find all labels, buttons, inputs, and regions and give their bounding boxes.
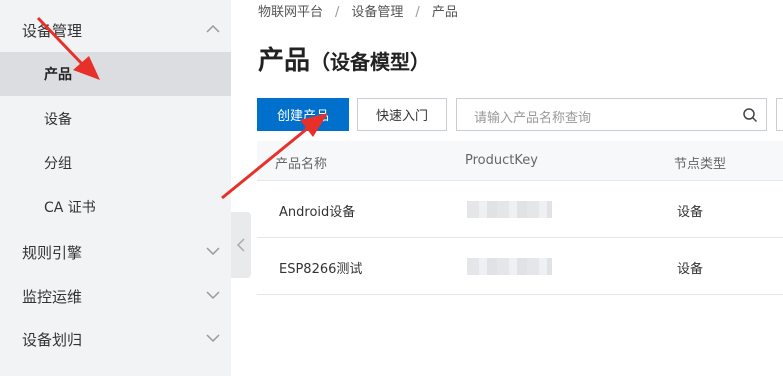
breadcrumb-separator: /	[415, 5, 420, 20]
breadcrumb-item-device-management[interactable]: 设备管理	[351, 1, 403, 20]
search-icon[interactable]	[742, 107, 758, 123]
sidebar-item-label: 设备	[44, 112, 72, 128]
table-header: 产品名称 ProductKey 节点类型	[257, 141, 783, 181]
column-header-productkey: ProductKey	[465, 153, 538, 168]
product-search-input[interactable]: 请输入产品名称查询	[456, 98, 767, 131]
table-row[interactable]: ESP8266测试 设备	[257, 238, 783, 295]
chevron-up-icon	[206, 24, 220, 33]
cell-node-type: 设备	[677, 205, 704, 220]
sidebar-item-label: CA 证书	[44, 200, 96, 216]
menu-group-monitoring[interactable]: 监控运维	[0, 275, 231, 317]
menu-group-device-assignment[interactable]: 设备划归	[0, 318, 231, 360]
sidebar-item-ca-certificate[interactable]: CA 证书	[0, 185, 231, 229]
menu-group-rule-engine[interactable]: 规则引擎	[0, 231, 231, 273]
breadcrumb-separator: /	[335, 5, 340, 20]
page-subtitle: （设备模型）	[310, 50, 431, 74]
cell-product-name: ESP8266测试	[279, 262, 363, 277]
column-header-node-type: 节点类型	[674, 157, 727, 172]
sidebar-item-product[interactable]: 产品	[0, 52, 231, 96]
breadcrumb: 物联网平台 / 设备管理 / 产品	[258, 1, 458, 20]
sidebar-collapse-handle[interactable]	[231, 212, 251, 278]
column-header-product-name: 产品名称	[275, 157, 328, 172]
cell-productkey-redacted	[467, 258, 552, 275]
chevron-down-icon	[206, 334, 220, 343]
menu-group-label: 规则引擎	[22, 243, 83, 262]
breadcrumb-item-iot-platform[interactable]: 物联网平台	[258, 1, 323, 20]
sidebar: 设备管理 产品 设备 分组 CA 证书 规则引擎 监控运维 设备划归	[0, 0, 231, 376]
toolbar-extra-button[interactable]	[776, 98, 783, 131]
table-row[interactable]: Android设备 设备	[257, 181, 783, 238]
menu-group-label: 设备划归	[22, 330, 83, 349]
menu-group-device-management[interactable]: 设备管理	[0, 9, 231, 51]
menu-group-label: 监控运维	[22, 287, 83, 306]
sidebar-item-label: 分组	[44, 156, 72, 172]
cell-node-type: 设备	[677, 262, 704, 277]
sidebar-item-group[interactable]: 分组	[0, 141, 231, 185]
cell-productkey-redacted	[467, 201, 552, 218]
chevron-left-icon	[236, 238, 245, 252]
menu-group-label: 设备管理	[22, 21, 83, 40]
breadcrumb-item-product: 产品	[431, 5, 458, 20]
sidebar-item-device[interactable]: 设备	[0, 97, 231, 141]
search-placeholder: 请输入产品名称查询	[474, 111, 592, 126]
create-product-button[interactable]: 创建产品	[257, 98, 349, 131]
quickstart-button[interactable]: 快速入门	[357, 98, 447, 131]
page-title: 产品（设备模型）	[258, 40, 430, 77]
chevron-down-icon	[206, 247, 220, 256]
chevron-down-icon	[206, 291, 220, 300]
sidebar-item-label: 产品	[44, 67, 72, 83]
page-title-text: 产品	[258, 46, 311, 76]
product-table: 产品名称 ProductKey 节点类型 Android设备 设备 ESP826…	[257, 141, 783, 295]
cell-product-name: Android设备	[279, 205, 356, 220]
